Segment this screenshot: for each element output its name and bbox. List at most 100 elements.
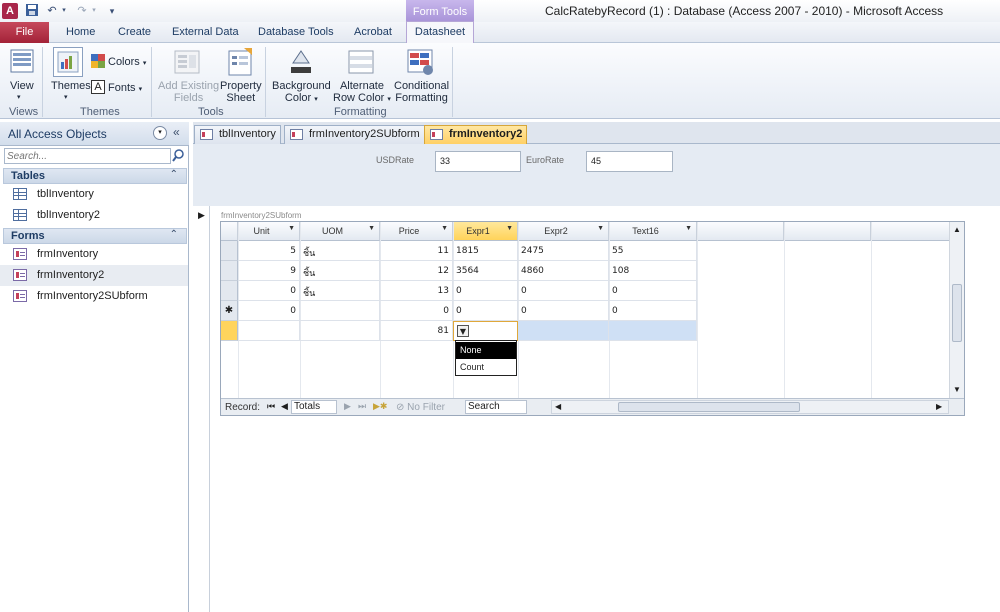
- last-record-icon[interactable]: ⏭: [358, 401, 366, 412]
- cell-expr2[interactable]: 4860: [518, 261, 609, 281]
- search-icon[interactable]: [172, 149, 186, 164]
- cell-expr2[interactable]: 0: [518, 281, 609, 301]
- cell-uom[interactable]: [300, 301, 380, 321]
- nav-item-frminventory2subform[interactable]: frmInventory2SUbform: [0, 286, 188, 307]
- euro-rate-field[interactable]: 45: [586, 151, 673, 172]
- horizontal-scroll-thumb[interactable]: [618, 402, 800, 412]
- nav-pane-menu-icon[interactable]: ▾: [153, 126, 167, 140]
- scroll-left-icon[interactable]: ◀: [555, 402, 561, 411]
- background-color-icon[interactable]: [287, 47, 315, 80]
- column-header-price[interactable]: Price ▼: [380, 222, 453, 241]
- column-dropdown-icon[interactable]: ▼: [685, 225, 692, 232]
- scroll-down-icon[interactable]: ▼: [953, 385, 961, 394]
- view-button-icon[interactable]: [10, 48, 34, 77]
- vertical-scroll-thumb[interactable]: [952, 284, 962, 342]
- property-sheet-icon[interactable]: [226, 47, 254, 80]
- totals-cell-expr2[interactable]: [518, 321, 609, 341]
- cell-unit[interactable]: 5: [238, 241, 300, 261]
- cell-uom[interactable]: ชิ้น: [300, 261, 380, 281]
- colors-button[interactable]: Colors ▾: [108, 56, 146, 70]
- form-record-selector[interactable]: ▶: [193, 206, 210, 612]
- fonts-icon[interactable]: A: [91, 80, 105, 94]
- new-record-icon[interactable]: ▶✱: [373, 401, 387, 412]
- column-dropdown-icon[interactable]: ▼: [441, 225, 448, 232]
- totals-cell-expr1[interactable]: ▼: [453, 321, 518, 341]
- scroll-right-icon[interactable]: ▶: [936, 402, 942, 411]
- select-all-corner[interactable]: [221, 222, 238, 241]
- cell-expr2[interactable]: 0: [518, 301, 609, 321]
- doc-tab-frminventory2subform[interactable]: frmInventory2SUbform: [284, 125, 425, 144]
- totals-cell-text16[interactable]: [609, 321, 697, 341]
- cell-uom[interactable]: ชิ้น: [300, 281, 380, 301]
- nav-group-forms[interactable]: Forms ⌃: [3, 228, 187, 244]
- cell-price[interactable]: 11: [380, 241, 453, 261]
- conditional-formatting-button[interactable]: Conditional Formatting: [394, 80, 449, 104]
- dropdown-arrow-icon[interactable]: ▼: [457, 325, 469, 337]
- undo-dropdown-icon[interactable]: ▾: [60, 3, 68, 19]
- cell-text16[interactable]: 108: [609, 261, 697, 281]
- cell-unit[interactable]: 9: [238, 261, 300, 281]
- cell-expr1[interactable]: 3564: [453, 261, 518, 281]
- cell-expr1[interactable]: 1815: [453, 241, 518, 261]
- cell-expr1[interactable]: 0: [453, 301, 518, 321]
- access-logo-icon[interactable]: A: [2, 3, 18, 19]
- previous-record-icon[interactable]: ◀: [281, 401, 288, 412]
- cell-price[interactable]: 12: [380, 261, 453, 281]
- column-dropdown-icon[interactable]: ▼: [506, 225, 513, 232]
- column-header-expr2[interactable]: Expr2 ▼: [518, 222, 609, 241]
- column-header-unit[interactable]: Unit ▼: [238, 222, 300, 241]
- subform-datasheet[interactable]: Unit ▼ UOM ▼ Price ▼ Expr1 ▼ Expr2 ▼ Tex…: [220, 221, 965, 416]
- no-filter-button[interactable]: ⊘ No Filter: [396, 402, 445, 413]
- nav-pane-shutter-icon[interactable]: «: [173, 125, 180, 139]
- doc-tab-tblinventory[interactable]: tblInventory: [194, 125, 281, 144]
- totals-cell-uom[interactable]: [300, 321, 380, 341]
- row-selector[interactable]: [221, 261, 238, 281]
- nav-group-tables[interactable]: Tables ⌃: [3, 168, 187, 184]
- alternate-row-color-button[interactable]: Alternate Row Color ▾: [333, 80, 391, 106]
- current-record-box[interactable]: Totals: [291, 400, 337, 414]
- tab-database-tools[interactable]: Database Tools: [258, 26, 334, 38]
- horizontal-scrollbar[interactable]: ◀ ▶: [551, 400, 949, 414]
- first-record-icon[interactable]: ⏮: [267, 401, 275, 412]
- nav-pane-header[interactable]: All Access Objects ▾ «: [0, 122, 189, 146]
- column-dropdown-icon[interactable]: ▼: [597, 225, 604, 232]
- themes-icon[interactable]: [53, 47, 83, 77]
- cell-unit[interactable]: 0: [238, 301, 300, 321]
- column-header-expr1[interactable]: Expr1 ▼: [453, 222, 518, 241]
- colors-icon[interactable]: [91, 54, 105, 71]
- cell-text16[interactable]: 0: [609, 301, 697, 321]
- dropdown-option-count[interactable]: Count: [456, 359, 516, 376]
- tab-external-data[interactable]: External Data: [172, 26, 239, 38]
- scroll-up-icon[interactable]: ▲: [953, 225, 961, 234]
- totals-function-dropdown[interactable]: None Count: [455, 340, 517, 376]
- nav-search-input[interactable]: [4, 148, 171, 164]
- redo-icon[interactable]: ↷: [74, 3, 90, 19]
- column-header-uom[interactable]: UOM ▼: [300, 222, 380, 241]
- nav-item-tblinventory[interactable]: tblInventory: [0, 184, 188, 205]
- vertical-scrollbar[interactable]: ▲ ▼: [949, 222, 964, 398]
- nav-item-tblinventory2[interactable]: tblInventory2: [0, 205, 188, 226]
- nav-item-frminventory[interactable]: frmInventory: [0, 244, 188, 265]
- dropdown-option-none[interactable]: None: [456, 342, 516, 359]
- fonts-button[interactable]: Fonts ▾: [108, 82, 142, 96]
- customize-toolbar-icon[interactable]: ▾: [104, 3, 120, 19]
- cell-unit[interactable]: 0: [238, 281, 300, 301]
- cell-price[interactable]: 13: [380, 281, 453, 301]
- tab-create[interactable]: Create: [118, 26, 151, 38]
- next-record-icon[interactable]: ▶: [344, 401, 351, 412]
- cell-text16[interactable]: 0: [609, 281, 697, 301]
- cell-expr2[interactable]: 2475: [518, 241, 609, 261]
- cell-price[interactable]: 0: [380, 301, 453, 321]
- new-record-selector[interactable]: ✱: [221, 301, 238, 321]
- undo-icon[interactable]: ↶: [44, 3, 60, 19]
- conditional-formatting-icon[interactable]: [406, 47, 436, 80]
- totals-cell-unit[interactable]: [238, 321, 300, 341]
- column-dropdown-icon[interactable]: ▼: [288, 225, 295, 232]
- tab-datasheet[interactable]: Datasheet: [406, 21, 474, 44]
- totals-row-selector[interactable]: [221, 321, 238, 341]
- record-search-input[interactable]: Search: [465, 400, 527, 414]
- doc-tab-frminventory2[interactable]: frmInventory2: [424, 125, 528, 144]
- tab-file[interactable]: File: [0, 22, 49, 43]
- property-sheet-button[interactable]: Property Sheet: [220, 80, 262, 104]
- cell-text16[interactable]: 55: [609, 241, 697, 261]
